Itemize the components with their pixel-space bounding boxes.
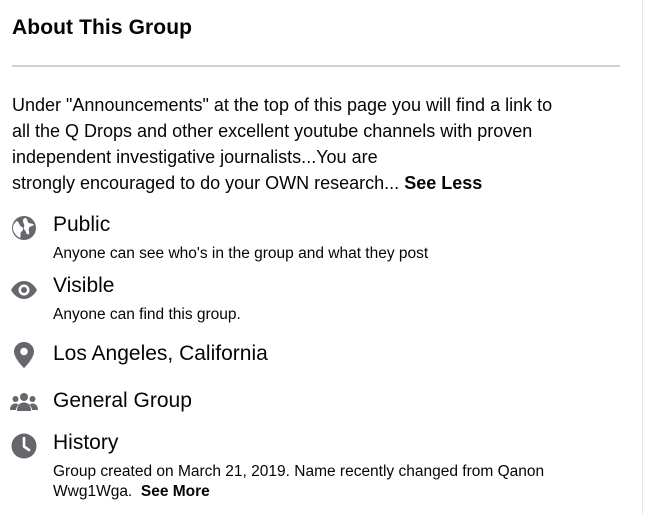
description-line: Under "Announcements" at the top of this… xyxy=(12,95,553,115)
history-label: History xyxy=(53,431,119,454)
history-detail-line: Group created on March 21, 2019. Name re… xyxy=(53,463,545,480)
history-detail-line: Wwg1Wga. See More xyxy=(53,482,613,502)
description-line: all the Q Drops and other excellent yout… xyxy=(12,121,533,141)
section-title: About This Group xyxy=(12,16,193,39)
about-group-card: About This Group Under "Announcements" a… xyxy=(0,0,640,514)
privacy-detail: Anyone can see who's in the group and wh… xyxy=(53,245,429,262)
description-text: strongly encouraged to do your OWN resea… xyxy=(12,173,400,193)
divider xyxy=(12,65,620,67)
description-line: strongly encouraged to do your OWN resea… xyxy=(12,170,612,196)
clock-icon xyxy=(10,432,38,460)
see-less-link[interactable]: See Less xyxy=(404,173,482,193)
visibility-detail: Anyone can find this group. xyxy=(53,306,241,323)
privacy-label: Public xyxy=(53,213,111,236)
location-label: Los Angeles, California xyxy=(53,342,268,365)
history-detail: Group created on March 21, 2019. Name re… xyxy=(53,462,613,502)
eye-icon xyxy=(10,276,38,304)
see-more-link[interactable]: See More xyxy=(141,483,210,500)
group-description: Under "Announcements" at the top of this… xyxy=(12,92,612,196)
people-icon xyxy=(10,388,38,416)
card-border xyxy=(642,0,643,514)
globe-icon xyxy=(10,214,38,242)
group-type-label: General Group xyxy=(53,389,192,412)
visibility-label: Visible xyxy=(53,274,115,297)
location-pin-icon xyxy=(10,341,38,369)
history-detail-text: Wwg1Wga. xyxy=(53,483,133,500)
description-line: independent investigative journalists...… xyxy=(12,147,378,167)
